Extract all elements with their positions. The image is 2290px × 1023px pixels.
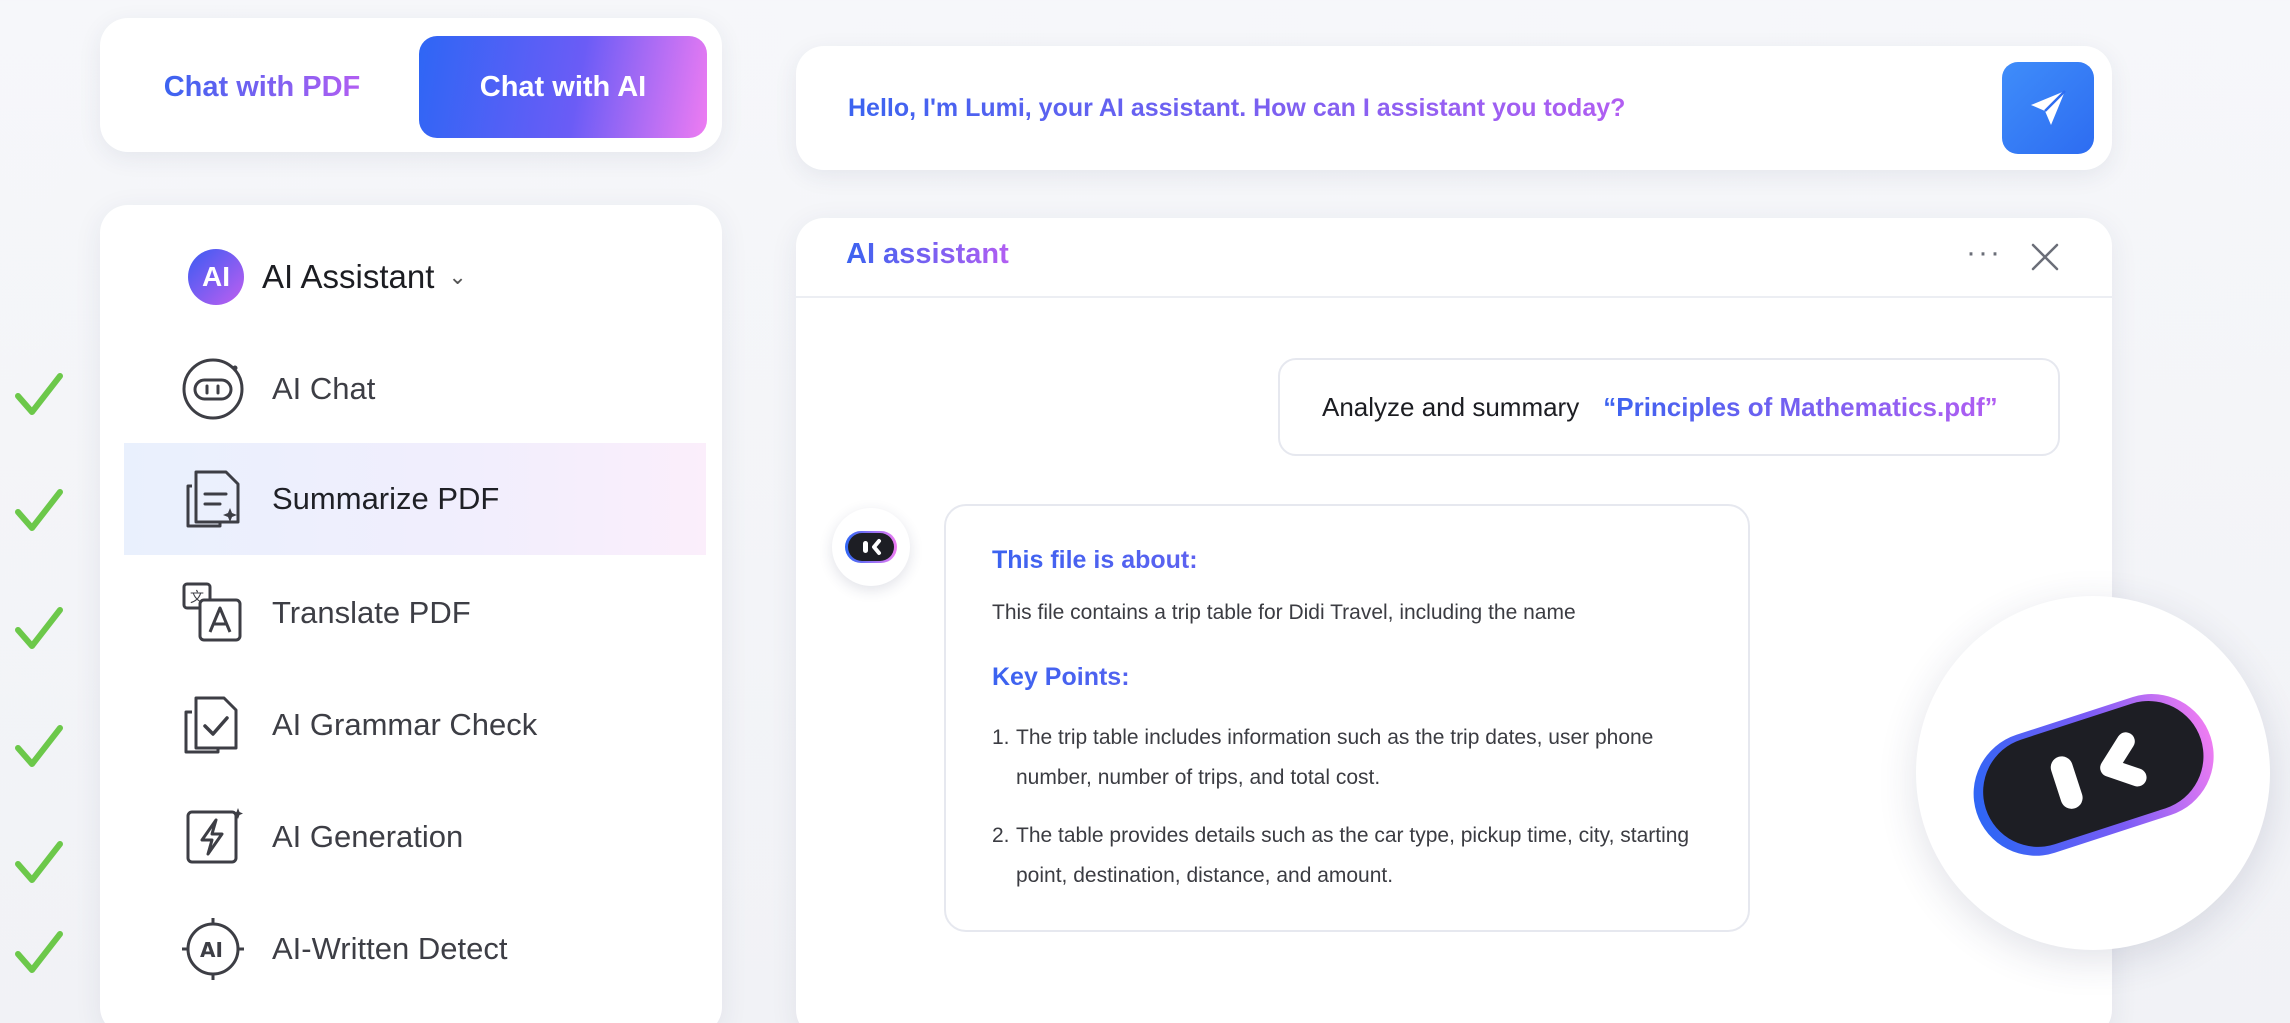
sidebar-item-label: AI Grammar Check xyxy=(272,707,538,742)
sidebar-item-summarize-pdf[interactable]: Summarize PDF xyxy=(124,443,706,555)
panel-title: AI assistant xyxy=(846,238,1009,270)
assistant-sidebar: AI AI Assistant ⌄ AI Chat Summarize PDF … xyxy=(100,205,722,1023)
sidebar-item-label: AI Generation xyxy=(272,819,464,854)
grammar-check-icon xyxy=(180,692,246,758)
chat-panel-header: AI assistant ··· xyxy=(796,218,2112,298)
check-icon xyxy=(15,607,63,649)
close-icon[interactable] xyxy=(2028,240,2062,274)
user-message-file: “Principles of Mathematics.pdf” xyxy=(1603,391,1998,422)
sidebar-item-label: Summarize PDF xyxy=(272,481,500,516)
assistant-dropdown[interactable]: AI AI Assistant ⌄ xyxy=(188,245,467,309)
chat-mode-toggle: Chat with PDF Chat with AI xyxy=(100,18,722,152)
lumi-bot-icon xyxy=(845,531,897,563)
list-item-text: The table provides details such as the c… xyxy=(1016,824,1690,887)
sidebar-item-ai-generation[interactable]: AI Generation xyxy=(124,781,706,893)
sidebar-item-translate-pdf[interactable]: 文 Translate PDF xyxy=(124,557,706,669)
list-item-number: 2. xyxy=(992,824,1010,847)
lumi-mascot-icon xyxy=(1973,694,2214,856)
chat-with-ai-label: Chat with AI xyxy=(479,70,647,103)
ai-detect-icon: AI xyxy=(180,916,246,982)
chat-panel: AI assistant ··· Analyze and summary “Pr… xyxy=(796,218,2112,1023)
chat-with-ai-tab[interactable]: Chat with AI xyxy=(419,36,707,138)
sidebar-item-ai-detect[interactable]: AI AI-Written Detect xyxy=(124,893,706,1005)
sidebar-item-ai-chat[interactable]: AI Chat xyxy=(124,333,706,445)
translate-icon: 文 xyxy=(180,580,246,646)
sidebar-item-label: AI Chat xyxy=(272,371,376,406)
about-text: This file contains a trip table for Didi… xyxy=(992,601,1576,624)
list-item: 1. The trip table includes information s… xyxy=(992,718,1702,798)
send-icon xyxy=(2031,90,2066,125)
check-icon xyxy=(15,841,63,883)
key-points-list: 1. The trip table includes information s… xyxy=(992,718,1702,896)
send-button[interactable] xyxy=(2002,62,2094,154)
chevron-down-icon: ⌄ xyxy=(448,264,467,289)
sidebar-item-label: AI-Written Detect xyxy=(272,931,508,966)
chat-with-pdf-tab[interactable]: Chat with PDF xyxy=(118,36,406,138)
summarize-doc-icon xyxy=(180,466,246,532)
lumi-mascot xyxy=(1916,596,2270,950)
lightning-icon xyxy=(180,804,246,870)
key-points-heading: Key Points: xyxy=(992,663,1702,692)
assistant-answer-card: This file is about: This file contains a… xyxy=(944,504,1750,932)
assistant-greeting: Hello, I'm Lumi, your AI assistant. How … xyxy=(848,46,1625,170)
robot-face-icon xyxy=(180,356,246,422)
about-heading: This file is about: xyxy=(992,546,1702,575)
check-icon xyxy=(15,373,63,415)
svg-text:AI: AI xyxy=(200,938,223,962)
assistant-title: AI Assistant xyxy=(262,258,435,295)
user-message: Analyze and summary “Principles of Mathe… xyxy=(1278,358,2060,456)
chat-with-pdf-label: Chat with PDF xyxy=(163,70,361,103)
sidebar-item-grammar-check[interactable]: AI Grammar Check xyxy=(124,669,706,781)
list-item-number: 1. xyxy=(992,726,1010,749)
bot-avatar xyxy=(832,508,910,586)
ai-logo-icon: AI xyxy=(188,249,244,305)
check-icon xyxy=(15,725,63,767)
sidebar-item-label: Translate PDF xyxy=(272,595,471,630)
list-item-text: The trip table includes information such… xyxy=(1016,726,1654,789)
list-item: 2. The table provides details such as th… xyxy=(992,816,1702,896)
user-message-text: Analyze and summary xyxy=(1322,391,1580,422)
prompt-bar[interactable]: Hello, I'm Lumi, your AI assistant. How … xyxy=(796,46,2112,170)
check-icon xyxy=(15,489,63,531)
check-icon xyxy=(15,931,63,973)
more-options-icon[interactable]: ··· xyxy=(1966,236,2002,270)
